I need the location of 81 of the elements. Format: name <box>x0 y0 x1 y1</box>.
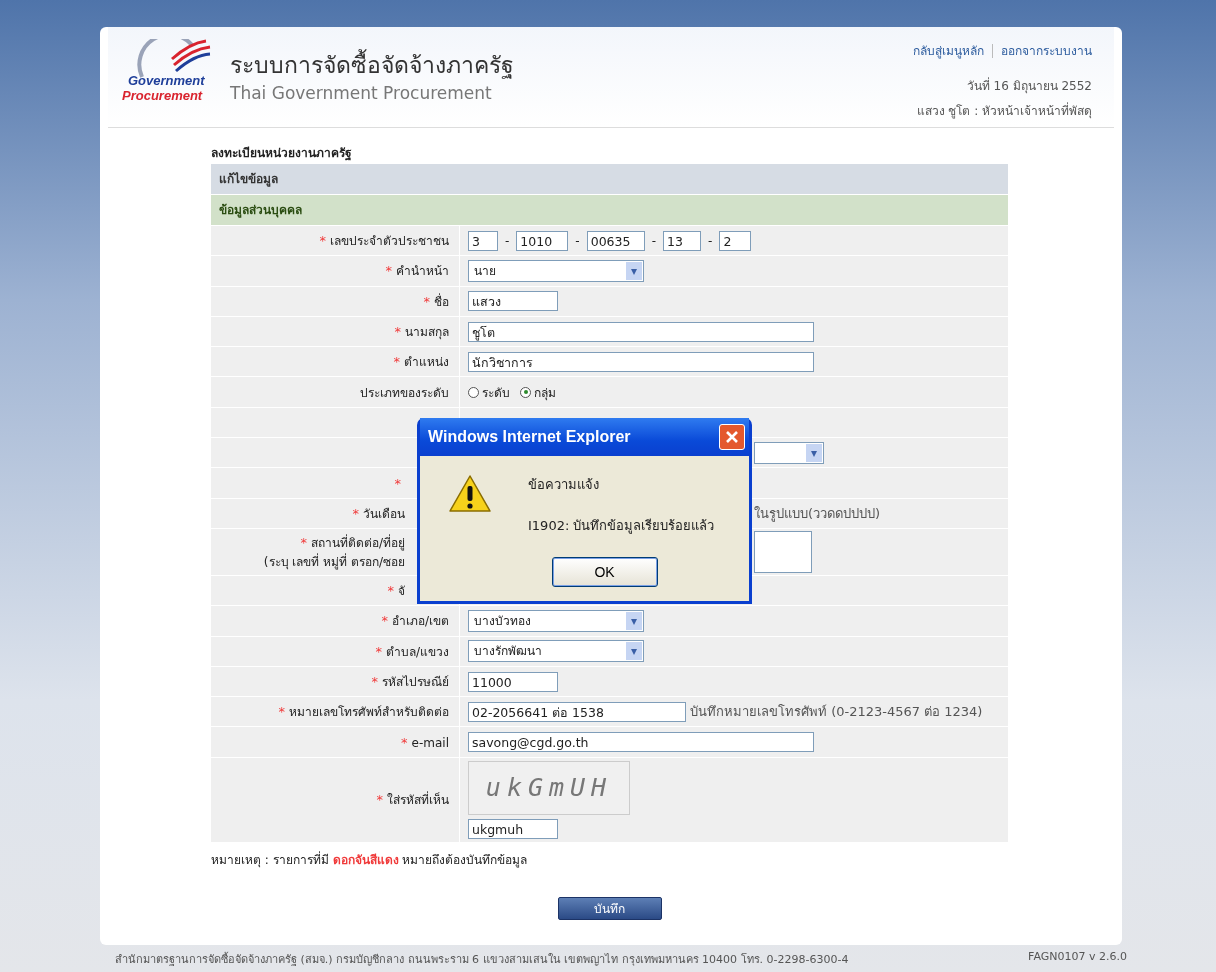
required-mark: * <box>376 792 383 808</box>
required-mark: * <box>387 583 394 599</box>
footer-address: สำนักมาตรฐานการจัดซื้อจัดจ้างภาครัฐ (สมจ.) กรมบัญชีกลาง ถนนพระราม 6 แขวงสามเสนใน เขตพญาไท กรุงเทพมหานคร 10400 โทร. 0-2298-6300-4 <box>115 951 849 968</box>
required-mark: * <box>401 734 408 750</box>
warning-icon <box>448 474 492 514</box>
site-title: ระบบการจัดซื้อจัดจ้างภาครัฐ <box>230 47 514 83</box>
text-field[interactable]: savong@cgd.go.th <box>468 732 814 753</box>
close-icon <box>725 430 739 444</box>
id-number-field[interactable]: 2 <box>719 230 752 251</box>
hint-text: บันทึกหมายเลขโทรศัพท์ (0-2123-4567 ต่อ 1234) <box>690 703 983 722</box>
field-label: ใส่รหัสที่เห็น <box>387 793 449 808</box>
required-mark: * <box>371 674 378 689</box>
captcha-field[interactable]: ukgmuh <box>468 818 558 839</box>
field-label: วันเดือน <box>363 506 405 521</box>
nav-link[interactable]: กลับสู่เมนูหลัก <box>913 41 984 60</box>
required-mark: * <box>423 293 430 309</box>
text-field[interactable]: นักวิชาการ <box>468 351 814 372</box>
field-label: สถานที่ติดต่อ/ที่อยู่ <box>310 535 405 550</box>
text-field[interactable]: แสวง <box>468 291 558 312</box>
logo-text: Government <box>128 73 205 88</box>
version-text: FAGN0107 v 2.6.0 <box>1028 950 1127 965</box>
dialog-message: I1902: บันทึกข้อมูลเรียบร้อยแล้ว <box>528 517 715 536</box>
required-mark: * <box>278 704 285 720</box>
field-label: ตำแหน่ง <box>404 355 449 370</box>
id-number-field[interactable]: 00635 <box>586 230 645 251</box>
id-number-field[interactable]: 13 <box>663 230 702 251</box>
field-label: หมายเลขโทรศัพท์สำหรับติดต่อ <box>289 705 449 720</box>
id-number-field[interactable]: 3 <box>468 230 498 251</box>
dialog-heading: ข้อความแจ้ง <box>528 476 600 494</box>
field-label: (ระบุ เลขที่ หมู่ที่ ตรอก/ซอย <box>263 552 405 571</box>
field-label: คำนำหน้า <box>396 264 449 279</box>
note-text: หมายเหตุ : รายการที่มี ดอกจันสีแดง หมายถึงต้องบันทึกข้อมูล <box>211 850 529 869</box>
text-field[interactable]: 02-2056641 ต่อ 1538 <box>468 701 686 722</box>
date-text: วันที่ 16 มิถุนายน 2552 <box>965 76 1092 95</box>
field-label: เลขประจำตัวประชาชน <box>330 234 449 249</box>
field-label: นามสกุล <box>405 325 449 340</box>
dropdown[interactable]: นาย ▾ <box>468 259 644 282</box>
dropdown[interactable]: บางรักพัฒนา ▾ <box>468 640 644 663</box>
required-mark: * <box>319 233 326 249</box>
field-label: ประเภทของระดับ <box>360 385 449 400</box>
separator-text: - <box>651 233 657 248</box>
text-field[interactable]: 11000 <box>468 671 558 692</box>
radio-button[interactable] <box>520 386 531 398</box>
text-field[interactable]: ชูโต <box>468 321 814 342</box>
radio-label: กลุ่ม <box>534 384 556 402</box>
required-mark: * <box>352 505 359 521</box>
required-mark: * <box>394 475 401 491</box>
radio-button[interactable] <box>468 386 479 398</box>
separator-text: - <box>505 233 510 248</box>
required-mark: * <box>393 354 400 370</box>
section-header: แก้ไขข้อมูล <box>211 164 1008 195</box>
required-mark: * <box>375 643 382 659</box>
required-mark: * <box>300 534 307 550</box>
dropdown[interactable]: บางบัวทอง ▾ <box>468 609 644 632</box>
required-mark: * <box>394 324 401 340</box>
dropdown[interactable]: ▾ <box>754 441 824 464</box>
section-header: ข้อมูลส่วนบุคคล <box>211 195 1008 225</box>
logo-text: Procurement <box>122 88 203 103</box>
ok-button[interactable]: OK <box>551 557 658 587</box>
field-label: จั <box>398 584 405 599</box>
hint-text: ในรูปแบบ(ววดดปปปป) <box>754 504 881 524</box>
field-label: ตำบล/แขวง <box>385 644 449 659</box>
dialog-title: Windows Internet Explorer <box>428 428 631 446</box>
separator-text: - <box>575 233 580 248</box>
field-label: e-mail <box>411 735 449 750</box>
captcha-image: ukGmUH <box>468 760 630 815</box>
required-mark: * <box>381 613 388 629</box>
site-subtitle: Thai Government Procurement <box>230 83 493 103</box>
separator-text: - <box>708 233 713 248</box>
field-label: อำเภอ/เขต <box>391 614 449 629</box>
close-button[interactable] <box>719 424 745 450</box>
user-text: แสวง ชูโต : หัวหน้าเจ้าหน้าที่พัสดุ <box>915 101 1092 120</box>
field-label: รหัสไปรษณีย์ <box>382 675 449 689</box>
save-button[interactable]: บันทึก <box>557 896 662 920</box>
form-title: ลงทะเบียนหน่วยงานภาครัฐ <box>211 145 353 161</box>
radio-label: ระดับ <box>482 384 510 402</box>
nav-link[interactable]: ออกจากระบบงาน <box>1001 41 1092 60</box>
id-number-field[interactable]: 1010 <box>516 230 569 251</box>
field-label: ชื่อ <box>434 294 449 309</box>
required-mark: * <box>385 263 392 279</box>
textarea-field[interactable] <box>754 530 812 573</box>
